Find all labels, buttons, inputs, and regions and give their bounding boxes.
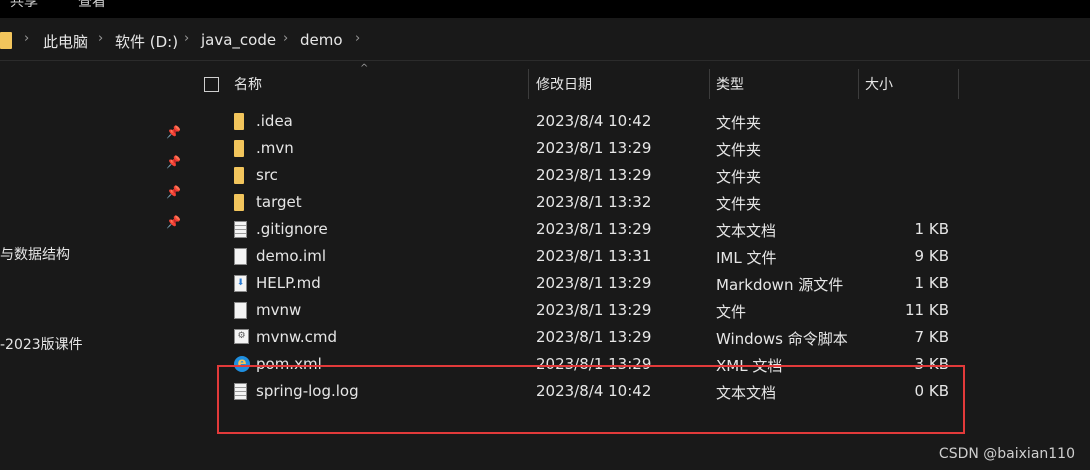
file-type: 文件夹 <box>716 141 762 159</box>
table-row[interactable]: target 2023/8/1 13:32 文件夹 <box>216 190 976 217</box>
file-name: demo.iml <box>256 247 326 265</box>
file-date: 2023/8/1 13:29 <box>536 301 652 319</box>
folder-icon <box>234 194 244 211</box>
column-header-date[interactable]: 修改日期 <box>536 74 592 94</box>
file-type: IML 文件 <box>716 249 777 267</box>
table-row[interactable]: src 2023/8/1 13:29 文件夹 <box>216 163 976 190</box>
chevron-right-icon[interactable]: › <box>283 31 288 46</box>
file-name: mvnw.cmd <box>256 328 338 346</box>
chevron-right-icon[interactable]: › <box>24 31 29 46</box>
nav-item-data-structures[interactable]: 与数据结构 <box>0 244 70 264</box>
file-type: 文本文档 <box>716 222 777 240</box>
file-date: 2023/8/1 13:29 <box>536 139 652 157</box>
file-date: 2023/8/1 13:29 <box>536 274 652 292</box>
file-date: 2023/8/1 13:32 <box>536 193 652 211</box>
file-icon <box>234 302 247 319</box>
file-name: .mvn <box>256 139 294 157</box>
column-divider[interactable] <box>958 69 959 99</box>
nav-item-2023-courseware[interactable]: -2023版课件 <box>0 334 83 354</box>
chevron-right-icon[interactable]: › <box>184 31 189 46</box>
address-bar[interactable]: › 此电脑 › 软件 (D:) › java_code › demo › <box>0 22 1090 61</box>
sort-ascending-icon: ^ <box>360 63 369 74</box>
file-type: Markdown 源文件 <box>716 276 844 294</box>
column-header-name[interactable]: 名称 <box>234 74 262 94</box>
column-divider[interactable] <box>709 69 710 99</box>
file-name: src <box>256 166 278 184</box>
file-size: 9 KB <box>914 247 949 265</box>
ribbon-tab-view[interactable]: 查看 <box>78 0 106 11</box>
table-row[interactable]: .gitignore 2023/8/1 13:29 文本文档 1 KB <box>216 217 976 244</box>
pin-icon[interactable]: 📌 <box>166 215 181 229</box>
breadcrumb-java-code[interactable]: java_code <box>201 31 276 49</box>
table-row[interactable]: .mvn 2023/8/1 13:29 文件夹 <box>216 136 976 163</box>
table-row[interactable]: ⬇ HELP.md 2023/8/1 13:29 Markdown 源文件 1 … <box>216 271 976 298</box>
file-size: 1 KB <box>914 274 949 292</box>
file-type: 文件夹 <box>716 114 762 132</box>
navigation-pane: 📌 📌 📌 📌 与数据结构 -2023版课件 <box>0 61 186 470</box>
file-name: target <box>256 193 302 211</box>
file-date: 2023/8/1 13:31 <box>536 247 652 265</box>
file-type: Windows 命令脚本 <box>716 330 848 348</box>
folder-icon <box>234 140 244 157</box>
folder-icon <box>234 167 244 184</box>
table-row[interactable]: ⚙ mvnw.cmd 2023/8/1 13:29 Windows 命令脚本 7… <box>216 325 976 352</box>
ribbon-tab-share[interactable]: 共享 <box>10 0 38 11</box>
file-name: .gitignore <box>256 220 328 238</box>
pin-icon[interactable]: 📌 <box>166 185 181 199</box>
table-row[interactable]: demo.iml 2023/8/1 13:31 IML 文件 9 KB <box>216 244 976 271</box>
file-name: HELP.md <box>256 274 321 292</box>
column-divider[interactable] <box>858 69 859 99</box>
file-date: 2023/8/4 10:42 <box>536 112 652 130</box>
file-date: 2023/8/1 13:29 <box>536 328 652 346</box>
breadcrumb-drive-d[interactable]: 软件 (D:) <box>115 31 178 52</box>
file-name: mvnw <box>256 301 302 319</box>
highlight-box <box>217 365 965 434</box>
table-row[interactable]: mvnw 2023/8/1 13:29 文件 11 KB <box>216 298 976 325</box>
column-header-size[interactable]: 大小 <box>865 74 893 94</box>
column-header-type[interactable]: 类型 <box>716 74 744 94</box>
cmd-file-icon: ⚙ <box>234 329 249 344</box>
file-size: 7 KB <box>914 328 949 346</box>
markdown-file-icon: ⬇ <box>234 275 247 292</box>
chevron-right-icon[interactable]: › <box>98 31 103 46</box>
text-file-icon <box>234 221 247 238</box>
breadcrumb-this-pc[interactable]: 此电脑 <box>43 31 88 52</box>
file-date: 2023/8/1 13:29 <box>536 166 652 184</box>
file-icon <box>234 248 247 265</box>
pin-icon[interactable]: 📌 <box>166 125 181 139</box>
chevron-right-icon[interactable]: › <box>355 31 360 46</box>
file-size: 1 KB <box>914 220 949 238</box>
folder-icon <box>234 113 244 130</box>
file-type: 文件夹 <box>716 168 762 186</box>
file-type: 文件夹 <box>716 195 762 213</box>
file-size: 11 KB <box>905 301 949 319</box>
watermark: CSDN @baixian110 <box>938 446 1075 462</box>
column-divider[interactable] <box>528 69 529 99</box>
folder-icon <box>0 32 12 49</box>
file-date: 2023/8/1 13:29 <box>536 220 652 238</box>
ribbon-tabs: 共享 查看 <box>0 0 1090 18</box>
breadcrumb-demo[interactable]: demo <box>300 31 343 49</box>
select-all-checkbox[interactable] <box>204 77 219 92</box>
pin-icon[interactable]: 📌 <box>166 155 181 169</box>
file-name: .idea <box>256 112 293 130</box>
table-row[interactable]: .idea 2023/8/4 10:42 文件夹 <box>216 109 976 136</box>
file-type: 文件 <box>716 303 747 321</box>
